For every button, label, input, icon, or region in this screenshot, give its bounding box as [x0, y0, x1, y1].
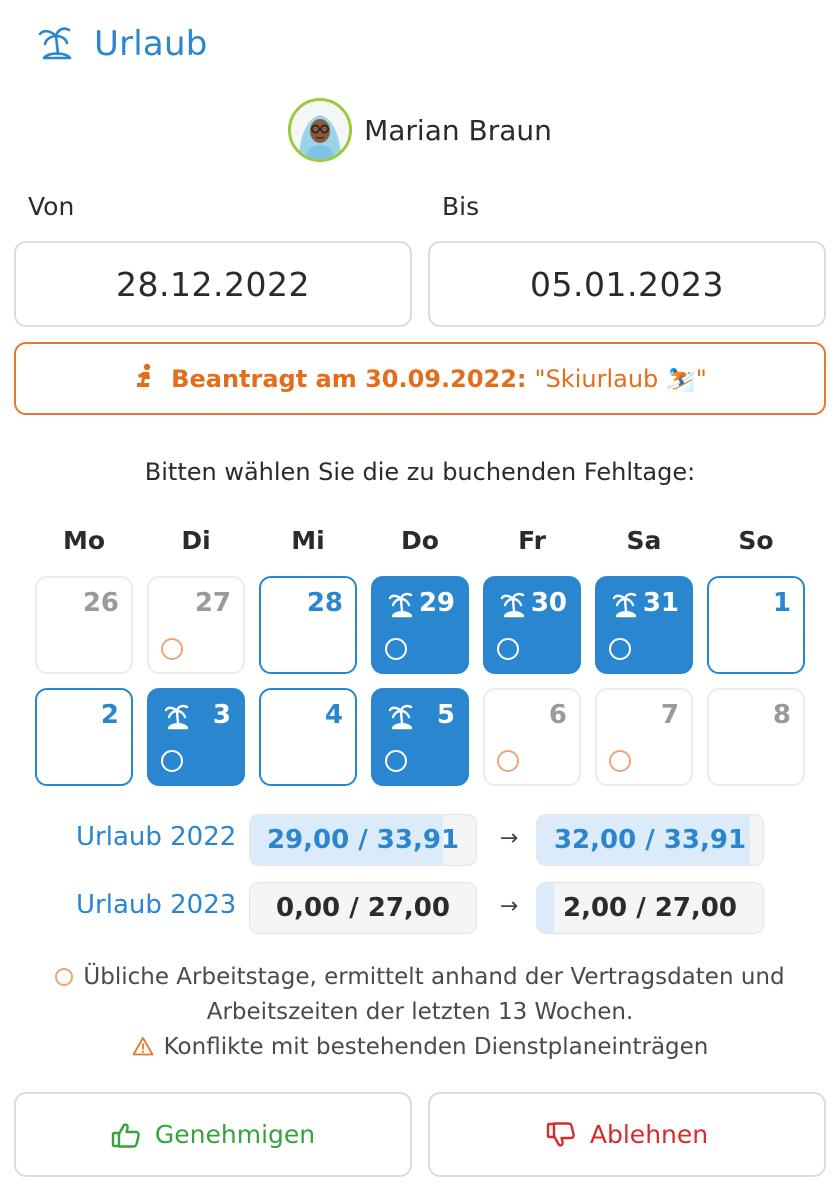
usual-workday-marker	[161, 750, 183, 772]
reject-label: Ablehnen	[589, 1120, 709, 1149]
from-label: Von	[28, 192, 75, 221]
weekday-sa: Sa	[626, 526, 662, 555]
palm-icon	[612, 592, 637, 618]
warning-icon	[132, 1037, 154, 1056]
calendar-day[interactable]: 29	[371, 576, 469, 674]
day-number: 29	[418, 588, 455, 618]
balance-value: 29,00 / 33,91	[266, 825, 460, 855]
usual-workday-marker	[385, 638, 407, 660]
day-number: 27	[194, 588, 231, 618]
to-date-field[interactable]: 05.01.2023	[428, 241, 826, 327]
calendar-day[interactable]: 7	[595, 688, 693, 786]
calendar-day[interactable]: 1	[707, 576, 805, 674]
employee-name: Marian Braun	[364, 113, 552, 147]
balance-2022-label: Urlaub 2022	[76, 822, 237, 852]
weekday-mi: Mi	[291, 526, 325, 555]
page-title: Urlaub	[94, 24, 208, 64]
calendar-day[interactable]: 6	[483, 688, 581, 786]
balance-2022-after: 32,00 / 33,91	[536, 814, 764, 866]
palm-island-icon	[36, 22, 76, 66]
select-days-prompt: Bitten wählen Sie die zu buchenden Fehlt…	[144, 458, 696, 486]
calendar-day[interactable]: 27	[147, 576, 245, 674]
weekday-fr: Fr	[518, 526, 546, 555]
balance-2023-after: 2,00 / 27,00	[536, 882, 764, 934]
day-number: 28	[306, 588, 343, 618]
balance-value: 32,00 / 33,91	[553, 825, 747, 855]
balance-2023-before: 0,00 / 27,00	[249, 882, 477, 934]
calendar-day[interactable]: 28	[259, 576, 357, 674]
request-date: Beantragt am 30.09.2022:	[171, 364, 527, 393]
kneeling-person-icon	[133, 363, 157, 395]
day-number: 3	[212, 700, 231, 730]
weekday-do: Do	[401, 526, 439, 555]
palm-icon	[388, 592, 413, 618]
calendar-day[interactable]: 8	[707, 688, 805, 786]
weekday-so: So	[738, 526, 774, 555]
day-number: 2	[100, 700, 119, 730]
calendar-day[interactable]: 31	[595, 576, 693, 674]
balance-2023-label: Urlaub 2023	[76, 890, 237, 920]
calendar-day[interactable]: 3	[147, 688, 245, 786]
balance-value: 2,00 / 27,00	[563, 893, 737, 923]
balance-2022-before: 29,00 / 33,91	[249, 814, 477, 866]
header: Urlaub	[36, 22, 207, 66]
employee: Marian Braun	[0, 98, 840, 162]
legend-conflicts: Konflikte mit bestehenden Dienstplaneint…	[0, 1030, 840, 1065]
calendar-day[interactable]: 26	[35, 576, 133, 674]
request-banner: Beantragt am 30.09.2022: "Skiurlaub ⛷️"	[14, 342, 826, 415]
weekday-di: Di	[181, 526, 211, 555]
approve-label: Genehmigen	[154, 1120, 316, 1149]
legend-text: Übliche Arbeitstage, ermittelt anhand de…	[83, 964, 785, 990]
calendar-day[interactable]: 4	[259, 688, 357, 786]
day-number: 7	[660, 700, 679, 730]
usual-workday-marker	[609, 750, 631, 772]
usual-workday-marker	[497, 750, 519, 772]
day-number: 30	[530, 588, 567, 618]
legend-usual-workdays-2: Arbeitszeiten der letzten 13 Wochen.	[206, 999, 634, 1025]
palm-icon	[500, 592, 525, 618]
day-number: 6	[548, 700, 567, 730]
day-number: 26	[82, 588, 119, 618]
legend-text: Konflikte mit bestehenden Dienstplaneint…	[163, 1034, 709, 1060]
request-note: "Skiurlaub ⛷️"	[534, 364, 707, 393]
to-label: Bis	[442, 192, 480, 221]
arrow-icon: →	[499, 826, 519, 851]
arrow-icon: →	[499, 894, 519, 919]
avatar	[288, 98, 353, 162]
thumbs-down-icon	[546, 1121, 575, 1147]
balance-value: 0,00 / 27,00	[276, 893, 450, 923]
usual-workday-marker	[385, 750, 407, 772]
day-number: 8	[772, 700, 791, 730]
approve-button[interactable]: Genehmigen	[14, 1092, 412, 1177]
day-number: 4	[324, 700, 343, 730]
calendar-day[interactable]: 2	[35, 688, 133, 786]
palm-icon	[388, 704, 413, 730]
from-date-field[interactable]: 28.12.2022	[14, 241, 412, 327]
palm-icon	[164, 704, 189, 730]
day-number: 31	[642, 588, 679, 618]
thumbs-up-icon	[111, 1122, 140, 1148]
weekday-mo: Mo	[62, 526, 106, 555]
legend-usual-workdays: Übliche Arbeitstage, ermittelt anhand de…	[0, 960, 840, 995]
day-number: 1	[772, 588, 791, 618]
usual-workday-marker	[609, 638, 631, 660]
usual-workday-marker	[497, 638, 519, 660]
reject-button[interactable]: Ablehnen	[428, 1092, 826, 1177]
calendar-day[interactable]: 30	[483, 576, 581, 674]
circle-icon	[55, 968, 74, 986]
calendar-day[interactable]: 5	[371, 688, 469, 786]
usual-workday-marker	[161, 638, 183, 660]
day-number: 5	[436, 700, 455, 730]
